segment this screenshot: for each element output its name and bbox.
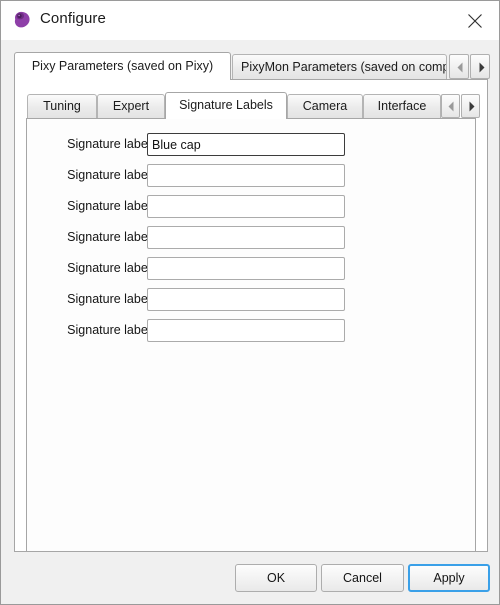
triangle-left-icon	[448, 101, 454, 112]
form-row: Signature label 1	[27, 133, 475, 156]
inner-tab-interface[interactable]: Interface	[363, 94, 441, 118]
signature-label-7-input[interactable]	[147, 319, 345, 342]
configure-dialog: Configure Pixy Parameters (saved on Pixy…	[0, 0, 500, 605]
signature-label-7-label: Signature label 7	[67, 323, 161, 337]
outer-tab-scroll-right-button[interactable]	[470, 54, 490, 79]
outer-tab-pixymon-parameters[interactable]: PixyMon Parameters (saved on comp	[232, 54, 447, 80]
signature-label-1-label: Signature label 1	[67, 137, 161, 151]
signature-label-6-input[interactable]	[147, 288, 345, 311]
inner-tab-label: Expert	[112, 99, 150, 113]
inner-tab-scroll-left-button[interactable]	[441, 94, 460, 118]
form-row: Signature label 6	[27, 288, 475, 311]
form-row: Signature label 2	[27, 164, 475, 187]
form-row: Signature label 5	[27, 257, 475, 280]
signature-label-5-input[interactable]	[147, 257, 345, 280]
triangle-left-icon	[457, 62, 463, 73]
triangle-right-icon	[469, 101, 475, 112]
close-icon[interactable]	[453, 1, 497, 39]
inner-tab-label: Camera	[302, 99, 348, 113]
signature-label-2-input[interactable]	[147, 164, 345, 187]
inner-tab-label: Interface	[377, 99, 427, 113]
inner-tab-label: Signature Labels	[179, 98, 273, 112]
outer-tab-scroll-left-button[interactable]	[449, 54, 469, 79]
ok-button[interactable]: OK	[235, 564, 317, 592]
inner-tab-expert[interactable]: Expert	[97, 94, 165, 118]
apply-button[interactable]: Apply	[408, 564, 490, 592]
outer-tab-pixy-parameters[interactable]: Pixy Parameters (saved on Pixy)	[14, 52, 231, 80]
inner-tab-scroll-right-button[interactable]	[461, 94, 480, 118]
title-bar: Configure	[1, 1, 499, 40]
form-row: Signature label 4	[27, 226, 475, 249]
outer-tab-label: Pixy Parameters (saved on Pixy)	[31, 59, 214, 73]
form-row: Signature label 7	[27, 319, 475, 342]
signature-label-3-label: Signature label 3	[67, 199, 161, 213]
signature-label-3-input[interactable]	[147, 195, 345, 218]
inner-tab-signature-labels[interactable]: Signature Labels	[165, 92, 287, 119]
signature-label-4-input[interactable]	[147, 226, 345, 249]
cancel-button[interactable]: Cancel	[321, 564, 404, 592]
signature-label-2-label: Signature label 2	[67, 168, 161, 182]
inner-tab-tuning[interactable]: Tuning	[27, 94, 97, 118]
triangle-right-icon	[479, 62, 485, 73]
form-row: Signature label 3	[27, 195, 475, 218]
signature-labels-panel: Signature label 1 Signature label 2 Sign…	[26, 118, 476, 552]
window-title: Configure	[40, 10, 106, 27]
inner-tab-camera[interactable]: Camera	[287, 94, 363, 118]
outer-tab-label: PixyMon Parameters (saved on comp	[241, 60, 447, 74]
signature-label-6-label: Signature label 6	[67, 292, 161, 306]
signature-label-1-input[interactable]	[147, 133, 345, 156]
signature-label-5-label: Signature label 5	[67, 261, 161, 275]
inner-tab-label: Tuning	[43, 99, 81, 113]
signature-label-4-label: Signature label 4	[67, 230, 161, 244]
pixy-logo-icon	[12, 10, 33, 30]
